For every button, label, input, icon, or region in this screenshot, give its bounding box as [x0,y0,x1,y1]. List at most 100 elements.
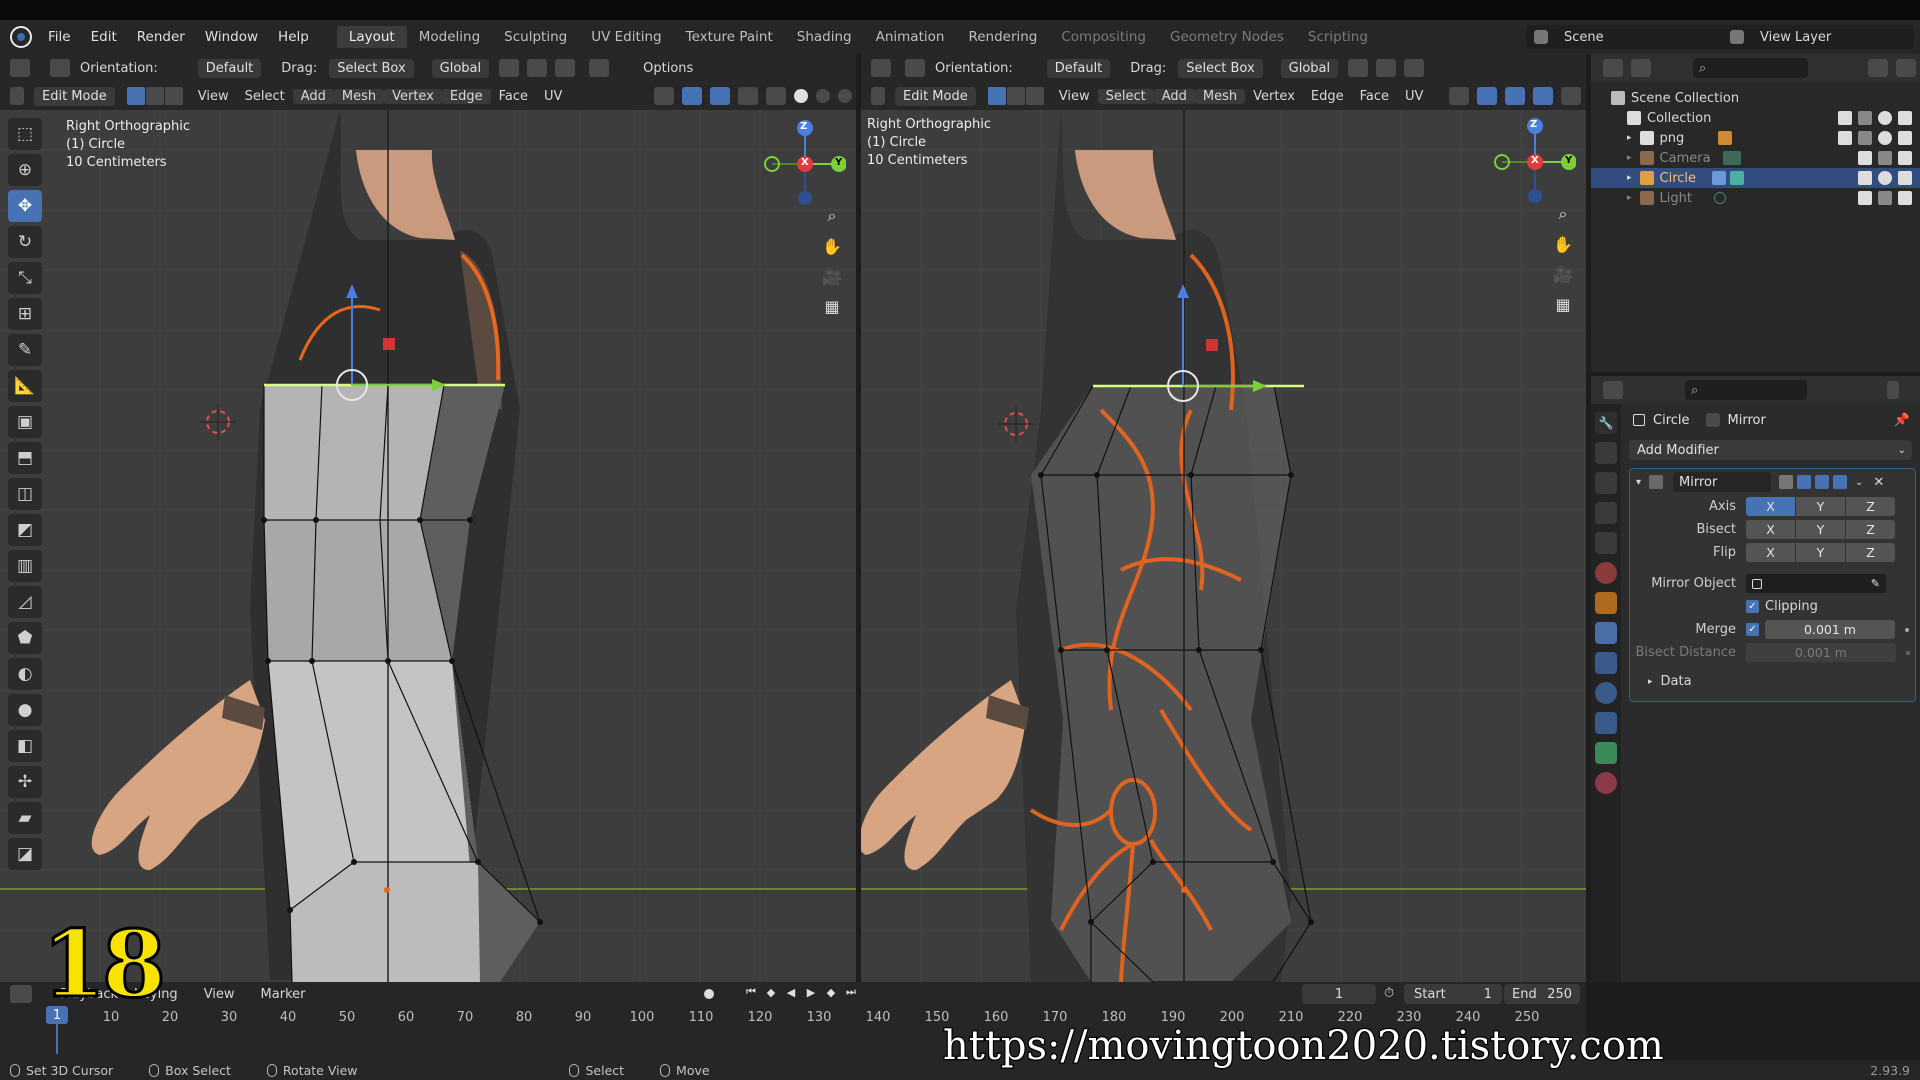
eye-icon[interactable] [1878,171,1892,185]
expand-arrow-icon[interactable]: ▸ [1627,193,1632,203]
eye-closed-icon[interactable] [1878,191,1892,205]
proportional-edit-icon[interactable] [1404,59,1425,77]
menu-select[interactable]: Select [237,89,293,104]
playhead[interactable] [56,1024,58,1054]
outliner-row-scene-collection[interactable]: Scene Collection [1591,88,1920,108]
menu-view[interactable]: View [1051,89,1098,104]
timeline-view-menu[interactable]: View [196,987,243,1002]
scene-selector[interactable]: Scene [1526,25,1732,49]
smooth-tool-icon[interactable]: ● [8,694,42,726]
snap-icon[interactable] [1376,59,1397,77]
jump-keyframe-forward-icon[interactable]: ◆ [824,985,838,999]
object-tab-icon[interactable] [1595,592,1617,614]
visibility-icon[interactable] [654,87,675,105]
checkbox-icon[interactable] [1838,111,1852,125]
modifier-tab-icon[interactable] [1595,622,1617,644]
tab-rendering[interactable]: Rendering [956,26,1049,48]
flip-x-toggle[interactable]: X [1746,543,1795,562]
orientation-dropdown[interactable]: Default [197,58,262,78]
face-select-icon[interactable] [1025,87,1044,105]
ortho-grid-icon[interactable]: ▦ [818,292,846,320]
collapse-icon[interactable] [1887,381,1899,399]
overlay-icon[interactable] [1505,87,1526,105]
tab-compositing[interactable]: Compositing [1049,26,1158,48]
menu-vertex[interactable]: Vertex [384,88,442,104]
world-tab-icon[interactable] [1595,562,1617,584]
shading-rendered-icon[interactable] [838,89,853,103]
merge-checkbox[interactable]: ✓ [1746,623,1759,636]
overlay-icon[interactable] [710,87,731,105]
expand-arrow-icon[interactable]: ▸ [1627,133,1632,143]
tab-geometry-nodes[interactable]: Geometry Nodes [1158,26,1296,48]
gizmo-icon[interactable] [682,87,703,105]
play-reverse-icon[interactable]: ◀ [784,985,798,999]
shrink-fatten-tool-icon[interactable]: ✢ [8,766,42,798]
rotate-tool-icon[interactable]: ↻ [8,226,42,258]
bisect-distance-field[interactable]: 0.001 m [1746,643,1896,662]
menu-add[interactable]: Add [292,88,334,104]
measure-tool-icon[interactable]: 📐 [8,370,42,402]
outliner-editor-icon[interactable] [1603,59,1623,77]
keyframe-dot-icon[interactable] [1905,627,1909,632]
render-toggle-icon[interactable] [1833,475,1848,489]
pan-hand-icon[interactable]: ✋ [818,232,846,260]
tab-animation[interactable]: Animation [864,26,957,48]
xray-icon[interactable] [738,87,759,105]
tab-sculpting[interactable]: Sculpting [492,26,579,48]
edge-select-icon[interactable] [145,87,164,105]
keyframe-dot-icon[interactable] [1906,650,1910,655]
edge-slide-tool-icon[interactable]: ◧ [8,730,42,762]
mode-dropdown[interactable]: Edit Mode [895,86,976,106]
jump-start-icon[interactable]: ⏮ [744,985,758,999]
jump-end-icon[interactable]: ⏭ [844,985,858,999]
chevron-down-icon[interactable]: ⌄ [1855,477,1863,488]
visibility-icon[interactable] [1449,87,1470,105]
tab-shading[interactable]: Shading [785,26,864,48]
scene-tab-icon[interactable] [1595,532,1617,554]
face-select-icon[interactable] [164,87,183,105]
tab-modeling[interactable]: Modeling [407,26,492,48]
flip-z-toggle[interactable]: Z [1846,543,1895,562]
current-frame-field[interactable]: 1 [1302,984,1376,1004]
orientation-dropdown[interactable]: Default [1046,58,1111,78]
outliner-search-input[interactable]: ⌕ [1693,58,1808,78]
viewport-right-scene[interactable] [861,110,1586,982]
camera-render-icon[interactable] [1898,111,1912,125]
camera-render-icon[interactable] [1898,131,1912,145]
tab-texture-paint[interactable]: Texture Paint [674,26,785,48]
add-cube-tool-icon[interactable]: ▣ [8,406,42,438]
mirror-object-field[interactable]: ✎ [1746,574,1886,593]
pan-hand-icon[interactable]: ✋ [1549,230,1577,258]
menu-uv[interactable]: UV [536,89,570,104]
editor-type-icon[interactable] [871,59,891,77]
menu-add[interactable]: Add [1153,88,1195,104]
bisect-x-toggle[interactable]: X [1746,520,1795,539]
shading-wireframe-icon[interactable] [1561,87,1582,105]
view-layer-selector[interactable]: View Layer [1722,25,1914,49]
inset-tool-icon[interactable]: ◫ [8,478,42,510]
output-tab-icon[interactable] [1595,472,1617,494]
axis-z-toggle[interactable]: Z [1846,497,1895,516]
menu-window[interactable]: Window [195,29,268,45]
eye-icon[interactable] [1878,131,1892,145]
mode-dropdown[interactable]: Edit Mode [34,86,115,106]
transform-orientation-dropdown[interactable]: Global [431,58,490,78]
shading-wireframe-icon[interactable] [766,87,787,105]
camera-render-icon[interactable] [1898,191,1912,205]
close-icon[interactable]: ✕ [1873,475,1884,490]
flip-y-toggle[interactable]: Y [1796,543,1845,562]
jump-keyframe-back-icon[interactable]: ◆ [764,985,778,999]
pivot-icon[interactable] [499,59,520,77]
modifier-name-field[interactable]: Mirror [1673,472,1772,492]
editor-type-icon[interactable] [10,59,30,77]
eyedropper-icon[interactable]: ✎ [1871,577,1880,590]
stopwatch-icon[interactable]: ⏱ [1384,986,1394,1001]
move-tool-icon[interactable]: ✥ [8,190,42,222]
bisect-z-toggle[interactable]: Z [1846,520,1895,539]
scale-tool-icon[interactable]: ⤡ [8,262,42,294]
poly-build-tool-icon[interactable]: ⬟ [8,622,42,654]
collapse-arrow-icon[interactable]: ▾ [1636,477,1641,488]
data-tab-icon[interactable] [1595,742,1617,764]
vertex-select-icon[interactable] [126,87,145,105]
vertex-select-icon[interactable] [987,87,1006,105]
